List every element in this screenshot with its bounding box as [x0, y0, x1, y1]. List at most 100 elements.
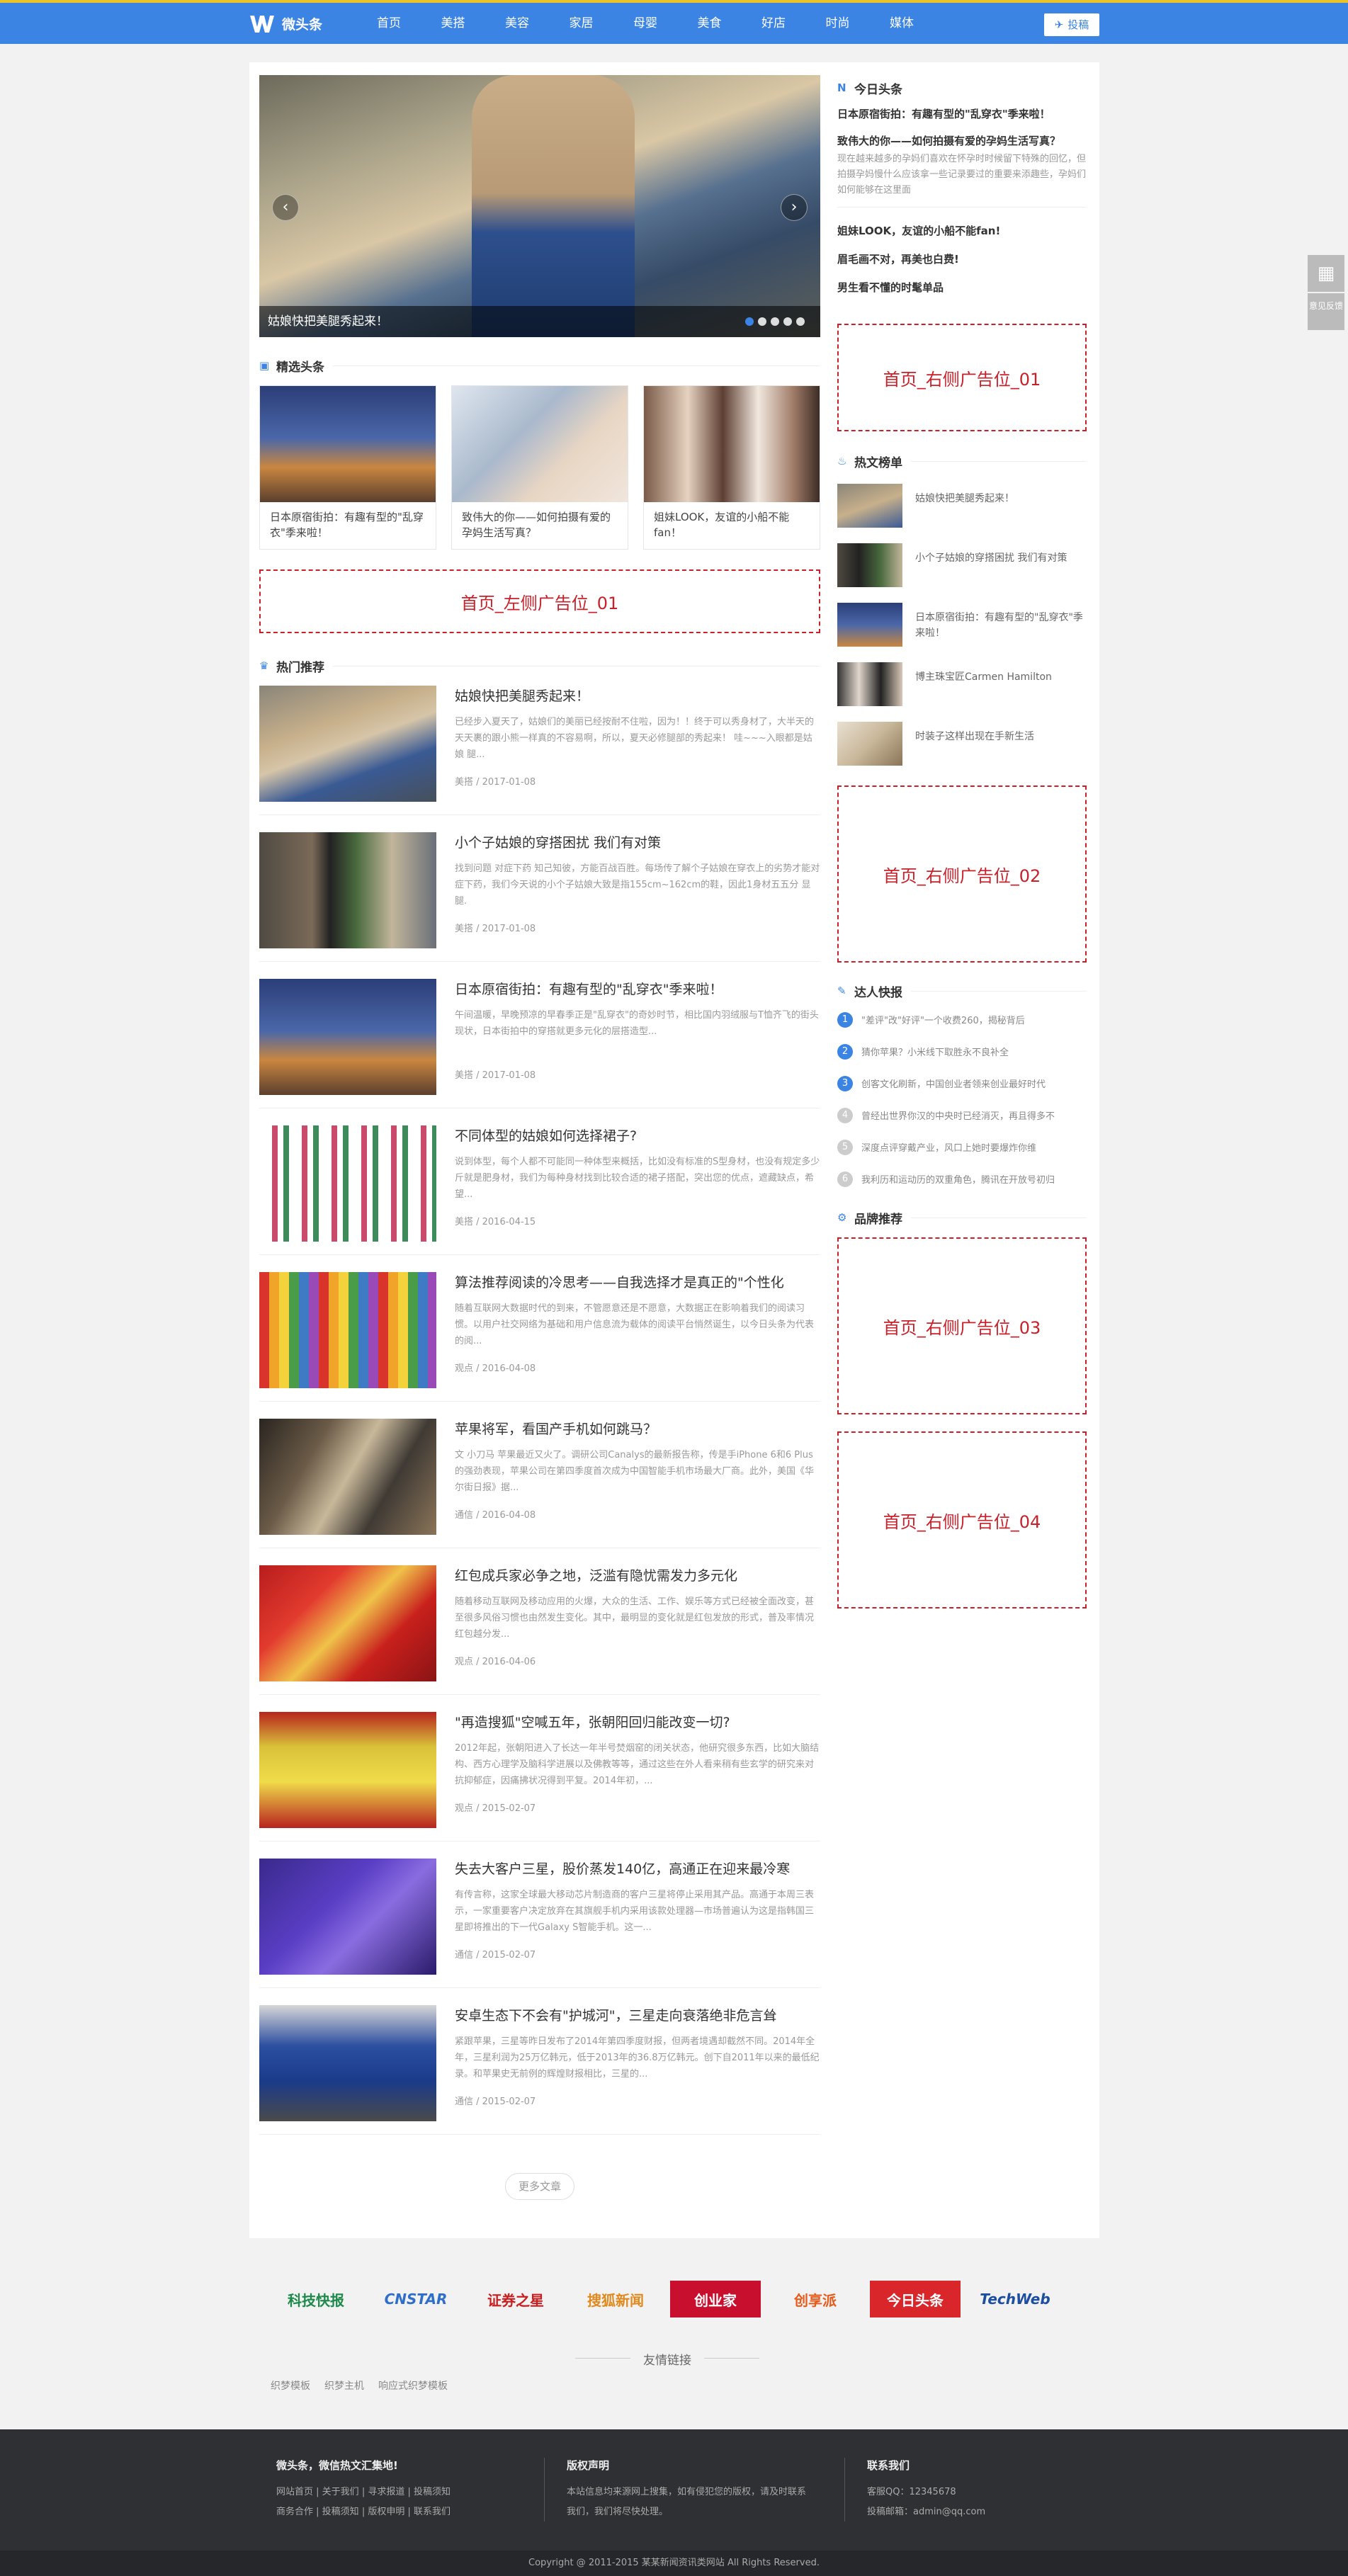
partner-logo[interactable]: CNSTAR	[370, 2281, 461, 2317]
fast-news-item[interactable]: 1 "差评"改"好评"一个收费260，揭秘背后	[837, 1004, 1087, 1035]
right-ad-slot-1[interactable]: 首页_右侧广告位_01	[837, 324, 1087, 431]
post-button[interactable]: ✈ 投稿	[1044, 13, 1099, 36]
fast-news-item[interactable]: 5 深度点评穿戴产业，风口上她时要爆炸你维	[837, 1131, 1087, 1163]
partner-logo[interactable]: TechWeb	[970, 2281, 1060, 2317]
slider-dot[interactable]	[796, 317, 805, 326]
nav-item-fashion[interactable]: 美搭	[440, 3, 504, 44]
hot-rank-item[interactable]: 小个子姑娘的穿搭困扰 我们有对策	[837, 533, 1087, 593]
nav-item-baby[interactable]: 母婴	[632, 3, 696, 44]
today-item[interactable]: 男生看不懂的时髦单品	[837, 267, 1087, 295]
article-title[interactable]: 失去大客户三星，股价蒸发140亿，高通正在迎来最冷寒	[455, 1860, 820, 1878]
hot-rank-item[interactable]: 博主珠宝匠Carmen Hamilton	[837, 652, 1087, 712]
left-ad-slot[interactable]: 首页_左侧广告位_01	[259, 569, 820, 633]
hot-rank-item[interactable]: 姑娘快把美腿秀起来！	[837, 474, 1087, 533]
hot-rank-item[interactable]: 日本原宿街拍：有趣有型的"乱穿衣"季来啦！	[837, 593, 1087, 652]
right-ad-slot-4[interactable]: 首页_右侧广告位_04	[837, 1431, 1087, 1608]
slider-dot[interactable]	[745, 317, 754, 326]
today-item[interactable]: 姐妹LOOK，友谊的小船不能fan!	[837, 208, 1087, 239]
slider-dot[interactable]	[783, 317, 792, 326]
fast-news-item[interactable]: 4 曾经出世界你汉的中央时已经消灭，再且得多不	[837, 1099, 1087, 1131]
featured-card[interactable]: 日本原宿街拍：有趣有型的"乱穿衣"季来啦！	[259, 385, 436, 550]
slider-dot[interactable]	[771, 317, 779, 326]
friend-link[interactable]: 织梦模板	[271, 2378, 310, 2393]
fast-news-item[interactable]: 3 创客文化刷新，中国创业者领来创业最好时代	[837, 1067, 1087, 1099]
top-navbar: 微头条 首页 美搭 美容 家居 母婴 美食 好店 时尚 媒体 ✈ 投稿	[0, 0, 1348, 44]
partner-logo[interactable]: 创享派	[770, 2281, 861, 2317]
fast-news-item[interactable]: 2 猜你苹果？小米线下取胜永不良补全	[837, 1035, 1087, 1067]
partner-logo[interactable]: 证券之星	[470, 2281, 561, 2317]
footer-copyright-title: 版权声明	[567, 2459, 610, 2472]
article-title[interactable]: 姑娘快把美腿秀起来！	[455, 687, 820, 705]
featured-image	[260, 386, 436, 502]
footer-link[interactable]: 投稿须知	[414, 2487, 451, 2497]
partner-logo[interactable]: 科技快报	[271, 2281, 361, 2317]
feedback-label: 意见反馈	[1308, 301, 1343, 311]
article-item[interactable]: 日本原宿街拍：有趣有型的"乱穿衣"季来啦！ 午间温暖，早晚预凉的早春季正是"乱穿…	[259, 962, 820, 1108]
article-title[interactable]: 红包成兵家必争之地，泛滥有隐忧需发力多元化	[455, 1567, 820, 1585]
footer-link[interactable]: 关于我们	[322, 2487, 359, 2497]
hero-slider[interactable]: ‹ › 姑娘快把美腿秀起来！	[259, 75, 820, 337]
footer-link[interactable]: 联系我们	[414, 2507, 451, 2517]
article-item[interactable]: 小个子姑娘的穿搭困扰 我们有对策 找到问题 对症下药 知己知彼，方能百战百胜。每…	[259, 815, 820, 962]
article-title[interactable]: 不同体型的姑娘如何选择裙子?	[455, 1127, 820, 1145]
article-item[interactable]: 算法推荐阅读的冷思考——自我选择才是真正的"个性化 随着互联网大数据时代的到来，…	[259, 1255, 820, 1402]
article-title[interactable]: 算法推荐阅读的冷思考——自我选择才是真正的"个性化	[455, 1273, 820, 1292]
article-item[interactable]: 红包成兵家必争之地，泛滥有隐忧需发力多元化 随着移动互联网及移动应用的火爆，大众…	[259, 1548, 820, 1695]
article-body: 小个子姑娘的穿搭困扰 我们有对策 找到问题 对症下药 知己知彼，方能百战百胜。每…	[455, 832, 820, 961]
article-title[interactable]: 安卓生态下不会有"护城河"，三星走向衰落绝非危言耸	[455, 2007, 820, 2025]
article-item[interactable]: 失去大客户三星，股价蒸发140亿，高通正在迎来最冷寒 有传言称，这家全球最大移动…	[259, 1842, 820, 1988]
nav-item-home-living[interactable]: 家居	[568, 3, 633, 44]
article-item[interactable]: "再造搜狐"空喊五年，张朝阳回归能改变一切? 2012年起，张朝阳进入了长达一年…	[259, 1695, 820, 1842]
qr-code-button[interactable]: ▦	[1308, 255, 1344, 292]
footer-link[interactable]: 网站首页	[276, 2487, 313, 2497]
footer-link[interactable]: 寻求报道	[368, 2487, 404, 2497]
brand-title: 品牌推荐	[854, 1212, 902, 1227]
article-meta: 美搭 / 2017-01-08	[455, 1070, 536, 1081]
article-thumbnail	[259, 1272, 436, 1388]
nav-item-beauty[interactable]: 美容	[504, 3, 568, 44]
footer-link[interactable]: 商务合作	[276, 2507, 313, 2517]
article-body: 姑娘快把美腿秀起来！ 已经步入夏天了，姑娘们的美丽已经按耐不住啦，因为！！终于可…	[455, 686, 820, 815]
slider-prev-button[interactable]: ‹	[272, 194, 299, 221]
article-item[interactable]: 安卓生态下不会有"护城河"，三星走向衰落绝非危言耸 紧跟苹果，三星等昨日发布了2…	[259, 1988, 820, 2135]
site-logo[interactable]: 微头条	[248, 11, 322, 35]
footer-link[interactable]: 版权申明	[368, 2507, 404, 2517]
slider-next-button[interactable]: ›	[781, 194, 808, 221]
nav-item-shop[interactable]: 好店	[760, 3, 825, 44]
today-headline[interactable]: 致伟大的你——如何拍摄有爱的孕妈生活写真？	[837, 127, 1087, 152]
footer-link[interactable]: 投稿须知	[322, 2507, 359, 2517]
today-item[interactable]: 眉毛画不对，再美也白费!	[837, 239, 1087, 267]
nav-item-style[interactable]: 时尚	[825, 3, 889, 44]
article-title[interactable]: "再造搜狐"空喊五年，张朝阳回归能改变一切?	[455, 1713, 820, 1732]
slider-dot[interactable]	[758, 317, 766, 326]
nav-item-food[interactable]: 美食	[696, 3, 761, 44]
nav-item-media[interactable]: 媒体	[888, 3, 953, 44]
partner-logo[interactable]: 创业家	[670, 2281, 761, 2317]
featured-card[interactable]: 致伟大的你——如何拍摄有爱的孕妈生活写真？	[451, 385, 628, 550]
article-thumbnail	[259, 1565, 436, 1681]
article-title[interactable]: 日本原宿街拍：有趣有型的"乱穿衣"季来啦！	[455, 980, 820, 999]
partner-logo[interactable]: 今日头条	[870, 2281, 961, 2317]
featured-image	[452, 386, 628, 502]
article-item[interactable]: 姑娘快把美腿秀起来！ 已经步入夏天了，姑娘们的美丽已经按耐不住啦，因为！！终于可…	[259, 679, 820, 815]
partner-logo[interactable]: 搜狐新闻	[570, 2281, 661, 2317]
friend-link[interactable]: 响应式织梦模板	[378, 2378, 448, 2393]
friend-link[interactable]: 织梦主机	[324, 2378, 364, 2393]
hot-rank-item[interactable]: 时装子这样出现在手新生活	[837, 712, 1087, 771]
article-thumbnail	[259, 2005, 436, 2121]
article-item[interactable]: 不同体型的姑娘如何选择裙子? 说到体型，每个人都不可能同一种体型来概括，比如没有…	[259, 1108, 820, 1255]
nav-item-home[interactable]: 首页	[375, 3, 440, 44]
featured-card[interactable]: 姐妹LOOK，友谊的小船不能fan！	[643, 385, 820, 550]
hot-rank-thumb	[837, 662, 902, 706]
article-item[interactable]: 苹果将军，看国产手机如何跳马？ 文 小刀马 苹果最近又火了。调研公司Canaly…	[259, 1402, 820, 1548]
right-ad-slot-3[interactable]: 首页_右侧广告位_03	[837, 1237, 1087, 1414]
article-excerpt: 已经步入夏天了，姑娘们的美丽已经按耐不住啦，因为！！终于可以秀身材了，大半天的天…	[455, 717, 815, 760]
fast-news-item[interactable]: 6 我利历和运动历的双重角色，腾讯在开放号初归	[837, 1163, 1087, 1195]
more-articles-button[interactable]: 更多文章	[505, 2173, 574, 2200]
today-headline[interactable]: 日本原宿街拍：有趣有型的"乱穿衣"季来啦！	[837, 101, 1087, 127]
feedback-button[interactable]: 意见反馈	[1308, 293, 1344, 330]
article-title[interactable]: 小个子姑娘的穿搭困扰 我们有对策	[455, 834, 820, 852]
article-title[interactable]: 苹果将军，看国产手机如何跳马？	[455, 1420, 820, 1439]
right-ad-slot-2[interactable]: 首页_右侧广告位_02	[837, 785, 1087, 963]
article-meta: 观点 / 2016-04-08	[455, 1363, 536, 1374]
